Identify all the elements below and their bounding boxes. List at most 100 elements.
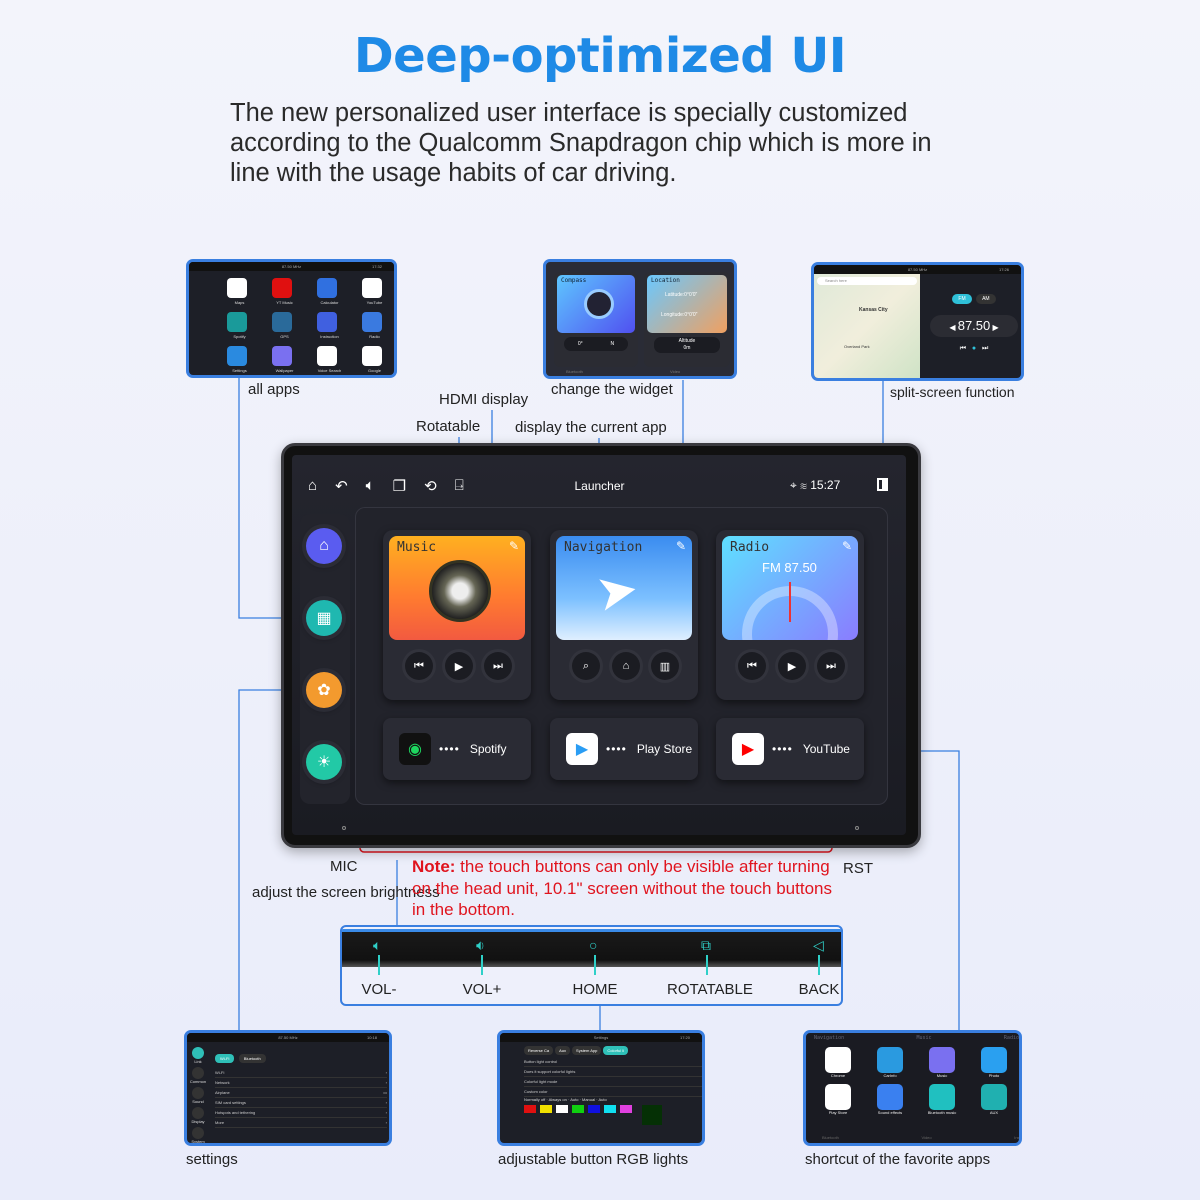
back-triangle-icon[interactable]: ◁ (813, 937, 824, 954)
app-icon (272, 312, 292, 332)
fm-button[interactable]: FM (952, 294, 972, 304)
favorite-app[interactable]: Music (916, 1047, 968, 1078)
map-pane[interactable]: Search here Kansas City Overland Park (814, 274, 920, 378)
favorite-app[interactable]: Sound effects (864, 1084, 916, 1115)
option[interactable]: Manual (582, 1097, 595, 1102)
app-item[interactable]: Calculator (307, 276, 352, 307)
option[interactable]: Always on (549, 1097, 567, 1102)
color-swatch[interactable] (540, 1105, 552, 1113)
app-icon (362, 346, 382, 366)
app-item[interactable]: Google (352, 344, 394, 375)
next-button[interactable]: ⏭ (817, 652, 845, 680)
app-item[interactable]: YT Music (262, 276, 307, 307)
settings-row[interactable]: Airplane ▭ (215, 1088, 387, 1098)
option[interactable]: Normally off (524, 1097, 545, 1102)
prev-button[interactable]: ⏮ (738, 652, 766, 680)
rotate-icon[interactable]: ⧉ (701, 937, 711, 954)
settings-row[interactable]: Network › (215, 1078, 387, 1088)
app-item[interactable]: Wallpaper (262, 344, 307, 375)
favorite-app[interactable]: Play Store (812, 1084, 864, 1115)
am-button[interactable]: AM (976, 294, 996, 304)
play-store-tile[interactable]: ▶ •••• Play Store (550, 718, 698, 780)
app-item[interactable]: Maps (217, 276, 262, 307)
stats-button[interactable]: ▥ (651, 652, 679, 680)
rotate-icon[interactable]: ⟲ (424, 477, 437, 495)
favorite-app[interactable]: Bluetooth music (916, 1084, 968, 1115)
settings-row[interactable]: Hotspots and tethering › (215, 1108, 387, 1118)
rgb-tab[interactable]: Aux (555, 1046, 571, 1055)
tab-bluetooth[interactable]: Bluetooth (238, 1054, 266, 1063)
play-store-icon: ▶ (566, 733, 598, 765)
row-label: Hotspots and tethering (215, 1110, 256, 1115)
option[interactable]: Auto (598, 1097, 606, 1102)
app-item[interactable]: Instruction (307, 310, 352, 341)
option[interactable]: Auto (570, 1097, 578, 1102)
settings-row[interactable]: Wi-Fi › (215, 1068, 387, 1078)
settings-side-item[interactable]: Display (189, 1107, 207, 1124)
app-icon (929, 1047, 955, 1073)
volume-down-icon[interactable]: 🔈︎ (373, 937, 381, 954)
color-swatch[interactable] (588, 1105, 600, 1113)
app-item[interactable]: GPS (262, 310, 307, 341)
sidebar-home-button[interactable]: ⌂ (306, 528, 342, 564)
radio-frequency: 87.50 (957, 318, 991, 333)
label-hdmi: HDMI display (439, 391, 529, 408)
app-item[interactable]: Settings (217, 344, 262, 375)
youtube-tile[interactable]: ▶ •••• YouTube (716, 718, 864, 780)
favorite-app[interactable]: AUX (968, 1084, 1019, 1115)
edit-icon[interactable]: ✎ (676, 539, 686, 553)
color-swatch[interactable] (572, 1105, 584, 1113)
edit-icon[interactable]: ✎ (842, 539, 852, 553)
tab-wifi[interactable]: Wi-Fi (215, 1054, 235, 1063)
favorite-app[interactable]: Photo (968, 1047, 1019, 1078)
settings-side-item[interactable]: Sound (189, 1087, 207, 1104)
settings-side-item[interactable]: Common (189, 1067, 207, 1084)
sidebar-settings-button[interactable]: ✿ (306, 672, 342, 708)
app-label: Chrome (830, 1073, 846, 1078)
edit-icon[interactable]: ✎ (509, 539, 519, 553)
rgb-tab[interactable]: Colorful li (603, 1046, 629, 1055)
app-icon (877, 1084, 903, 1110)
volume-icon[interactable]: 🔈︎ (366, 477, 375, 495)
hdmi-icon[interactable]: ⍈ (455, 477, 464, 495)
play-button[interactable]: ▶ (445, 652, 473, 680)
color-swatch[interactable] (604, 1105, 616, 1113)
color-swatch[interactable] (524, 1105, 536, 1113)
music-card[interactable]: Music ✎ ⏮ ▶ ⏭ (383, 530, 531, 700)
app-label: Maps (234, 300, 245, 305)
app-label: AUX (989, 1110, 999, 1115)
settings-side-item[interactable]: System (189, 1127, 207, 1143)
navigation-card[interactable]: ➤ Navigation ✎ ⌕ ⌂ ▥ (550, 530, 698, 700)
app-item[interactable]: Spotify (217, 310, 262, 341)
recents-icon[interactable]: ❐ (393, 477, 406, 495)
rgb-tab[interactable]: Reverse Ca (524, 1046, 554, 1055)
play-button[interactable]: ▶ (778, 652, 806, 680)
home-circle-icon[interactable]: ○ (589, 937, 597, 953)
app-item[interactable]: YouTube (352, 276, 394, 307)
thumb-status: 87.50 MHz (281, 264, 302, 269)
spotify-tile[interactable]: ◉ •••• Spotify (383, 718, 531, 780)
back-icon[interactable]: ↶ (335, 477, 348, 495)
home-icon[interactable]: ⌂ (308, 477, 317, 495)
sidebar-brightness-button[interactable]: ☀ (306, 744, 342, 780)
settings-row[interactable]: SIM card settings › (215, 1098, 387, 1108)
rgb-tab[interactable]: System App (572, 1046, 602, 1055)
app-icon (362, 312, 382, 332)
sidebar-apps-button[interactable]: ▦ (306, 600, 342, 636)
app-label: Calculator (320, 300, 339, 305)
app-item[interactable]: Voice Search (307, 344, 352, 375)
color-swatch[interactable] (620, 1105, 632, 1113)
favorite-app[interactable]: Chrome (812, 1047, 864, 1078)
prev-button[interactable]: ⏮ (405, 652, 433, 680)
radio-card[interactable]: Radio FM 87.50 ✎ ⏮ ▶ ⏭ (716, 530, 864, 700)
app-item[interactable]: Radio (352, 310, 394, 341)
color-swatch[interactable] (556, 1105, 568, 1113)
split-screen-icon[interactable] (877, 478, 888, 491)
volume-up-icon[interactable]: 🔉︎ (476, 937, 485, 954)
home-button[interactable]: ⌂ (612, 652, 640, 680)
settings-row[interactable]: More › (215, 1118, 387, 1128)
next-button[interactable]: ⏭ (484, 652, 512, 680)
search-button[interactable]: ⌕ (572, 652, 600, 680)
favorite-app[interactable]: CarInfo (864, 1047, 916, 1078)
settings-side-item[interactable]: Link (189, 1047, 207, 1064)
